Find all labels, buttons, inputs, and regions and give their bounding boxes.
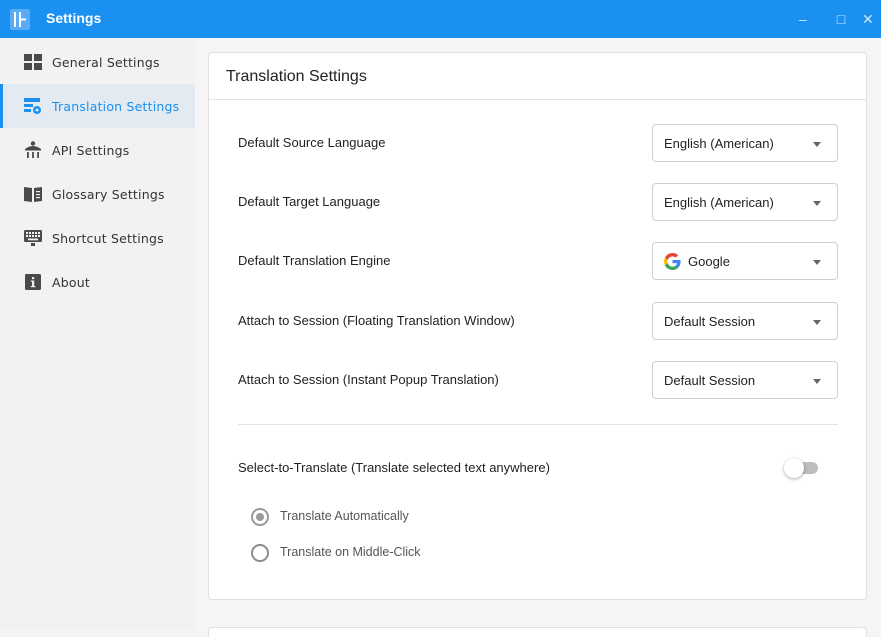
chevron-down-icon [813, 201, 821, 206]
default-source-language-label: Default Source Language [238, 135, 386, 150]
default-target-language-select[interactable]: English (American) [652, 183, 838, 221]
select-to-translate-label: Select-to-Translate (Translate selected … [238, 460, 550, 475]
card-title: Translation Settings [226, 68, 367, 85]
sidebar-item-label: Shortcut Settings [52, 230, 164, 246]
attach-session-popup-select[interactable]: Default Session [652, 361, 838, 399]
translate-gear-icon [24, 98, 41, 114]
toggle-knob [784, 458, 804, 478]
select-to-translate-toggle[interactable] [784, 458, 818, 478]
window-title: Settings [46, 10, 102, 26]
sidebar-item-api-settings[interactable]: API Settings [0, 128, 195, 172]
info-icon [25, 274, 41, 290]
sidebar: General Settings Translation Settings AP… [0, 38, 195, 630]
default-translation-engine-select[interactable]: Google [652, 242, 838, 280]
translate-automatically-radio[interactable] [251, 508, 269, 526]
default-target-language-label: Default Target Language [238, 194, 381, 209]
next-card [208, 627, 867, 637]
sidebar-item-translation-settings[interactable]: Translation Settings [0, 84, 195, 128]
translate-middle-click-label: Translate on Middle-Click [280, 545, 421, 559]
default-source-language-select[interactable]: English (American) [652, 124, 838, 162]
select-value: English (American) [664, 195, 774, 210]
maximize-button[interactable]: □ [826, 0, 856, 38]
sidebar-item-general-settings[interactable]: General Settings [0, 40, 195, 84]
close-button[interactable]: ✕ [862, 0, 881, 38]
sidebar-item-label: API Settings [52, 142, 130, 158]
attach-session-popup-label: Attach to Session (Instant Popup Transla… [238, 372, 499, 387]
attach-session-floating-select[interactable]: Default Session [652, 302, 838, 340]
sidebar-item-label: Glossary Settings [52, 186, 165, 202]
sidebar-item-shortcut-settings[interactable]: Shortcut Settings [0, 216, 195, 260]
sidebar-item-glossary-settings[interactable]: Glossary Settings [0, 172, 195, 216]
minimize-button[interactable]: – [788, 0, 818, 38]
chevron-down-icon [813, 379, 821, 384]
sidebar-item-label: About [52, 274, 90, 290]
translate-middle-click-radio[interactable] [251, 544, 269, 562]
chevron-down-icon [813, 260, 821, 265]
default-translation-engine-label: Default Translation Engine [238, 253, 391, 268]
card-divider [209, 99, 866, 100]
app-logo-icon [10, 9, 30, 30]
grid-icon [24, 54, 42, 70]
sidebar-item-label: Translation Settings [52, 98, 180, 114]
sidebar-item-about[interactable]: About [0, 260, 195, 304]
book-icon [24, 187, 42, 202]
translation-settings-card: Translation Settings Default Source Lang… [208, 52, 867, 600]
translate-automatically-label: Translate Automatically [280, 509, 409, 523]
keyboard-icon [24, 230, 42, 246]
main-content: Translation Settings Default Source Lang… [195, 38, 881, 637]
section-divider [238, 424, 838, 425]
google-icon [664, 253, 681, 270]
chevron-down-icon [813, 142, 821, 147]
select-value: Google [688, 254, 730, 269]
select-value: Default Session [664, 314, 756, 329]
select-value: English (American) [664, 136, 774, 151]
title-bar: Settings – □ ✕ [0, 0, 881, 38]
chevron-down-icon [813, 320, 821, 325]
plug-icon [25, 141, 41, 158]
sidebar-item-label: General Settings [52, 54, 160, 70]
select-value: Default Session [664, 373, 756, 388]
attach-session-floating-label: Attach to Session (Floating Translation … [238, 313, 515, 328]
